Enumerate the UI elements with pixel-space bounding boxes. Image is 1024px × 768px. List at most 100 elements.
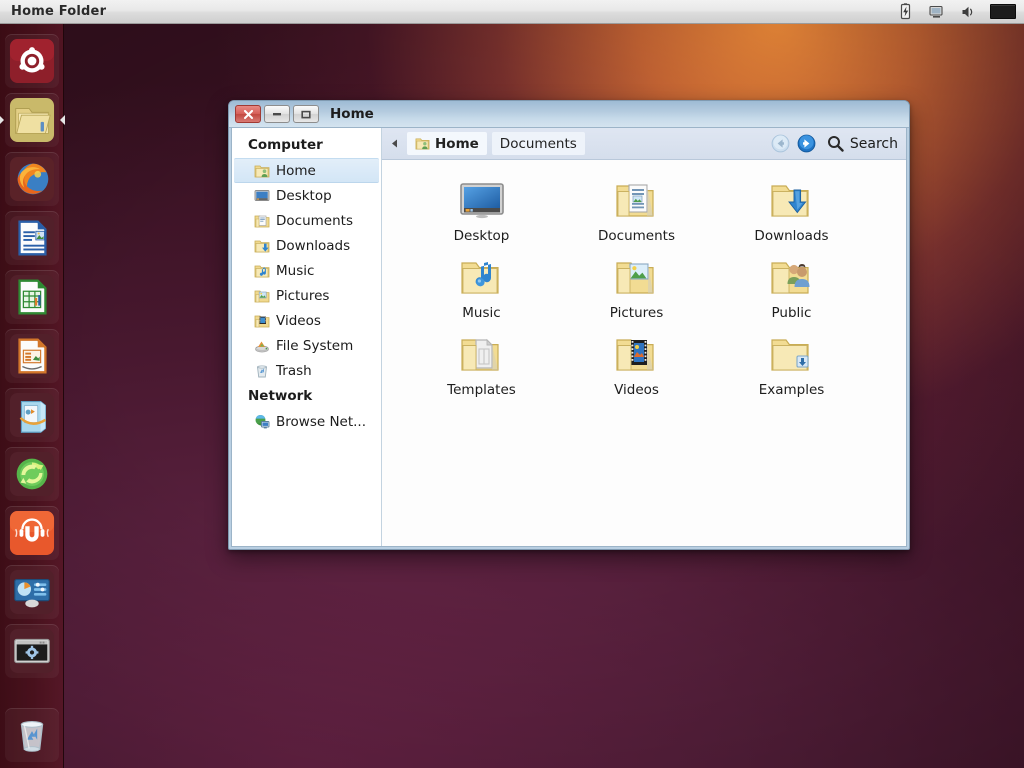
launcher-item-ubuntu-dash[interactable] <box>5 34 59 88</box>
ubuntu-software-center-icon <box>9 392 55 438</box>
public-folder-icon <box>768 253 816 301</box>
terminal-icon <box>9 628 55 674</box>
files-nautilus-icon <box>9 97 55 143</box>
sidebar-item-label: File System <box>276 338 353 354</box>
file-icon-grid: Desktop Do <box>382 160 906 546</box>
breadcrumb-home[interactable]: Home <box>407 132 487 155</box>
top-panel: Home Folder <box>0 0 1024 24</box>
file-item-public[interactable]: Public <box>714 251 869 328</box>
close-icon <box>243 109 254 120</box>
close-button[interactable] <box>235 105 261 123</box>
videos-folder-icon <box>254 313 270 329</box>
search-button[interactable]: Search <box>823 135 898 152</box>
window-titlebar[interactable]: Home <box>229 101 909 128</box>
window-body: Computer Home Desktop <box>231 128 907 547</box>
system-settings-icon <box>9 569 55 615</box>
file-item-documents[interactable]: Documents <box>559 174 714 251</box>
documents-folder-icon <box>254 213 270 229</box>
desktop-monitor-icon <box>458 176 506 224</box>
sidebar-item-label: Music <box>276 263 314 279</box>
file-item-examples[interactable]: Examples <box>714 328 869 405</box>
main-pane: Home Documents <box>382 128 906 546</box>
crumb-scroll-left-icon[interactable] <box>388 135 402 153</box>
search-icon <box>827 135 844 152</box>
minimize-button[interactable] <box>264 105 290 123</box>
launcher-item-libreoffice-impress[interactable] <box>5 329 59 383</box>
browse-network-icon <box>254 414 270 430</box>
maximize-icon <box>300 109 312 120</box>
file-label: Desktop <box>454 228 510 244</box>
network-indicator-icon[interactable] <box>928 3 946 21</box>
file-label: Downloads <box>754 228 828 244</box>
sidebar-item-music[interactable]: Music <box>232 258 381 283</box>
maximize-button[interactable] <box>293 105 319 123</box>
back-arrow-icon <box>771 134 790 153</box>
launcher-item-trash[interactable] <box>5 708 59 762</box>
file-item-downloads[interactable]: Downloads <box>714 174 869 251</box>
sidebar-item-pictures[interactable]: Pictures <box>232 283 381 308</box>
libreoffice-calc-icon <box>9 274 55 320</box>
file-item-videos[interactable]: Videos <box>559 328 714 405</box>
file-label: Documents <box>598 228 675 244</box>
window-title: Home <box>330 106 374 122</box>
music-folder-icon <box>254 263 270 279</box>
unity-launcher <box>0 24 64 768</box>
sidebar-item-label: Home <box>276 163 316 179</box>
launcher-item-libreoffice-calc[interactable] <box>5 270 59 324</box>
file-label: Examples <box>759 382 825 398</box>
launcher-item-terminal[interactable] <box>5 624 59 678</box>
sidebar-section-computer-heading: Computer <box>232 132 381 158</box>
sidebar-item-home[interactable]: Home <box>234 158 379 183</box>
launcher-item-update-manager[interactable] <box>5 447 59 501</box>
sidebar-item-label: Videos <box>276 313 321 329</box>
templates-folder-icon <box>458 330 506 378</box>
launcher-item-files[interactable] <box>5 93 59 147</box>
libreoffice-writer-icon <box>9 215 55 261</box>
file-label: Pictures <box>610 305 663 321</box>
launcher-item-software-center[interactable] <box>5 388 59 442</box>
sidebar-item-label: Desktop <box>276 188 332 204</box>
session-indicator[interactable] <box>990 4 1016 19</box>
file-label: Music <box>462 305 500 321</box>
file-manager-window: Home Computer Home <box>228 100 910 550</box>
sidebar-item-label: Downloads <box>276 238 350 254</box>
home-folder-icon <box>415 136 430 151</box>
sidebar-item-label: Pictures <box>276 288 329 304</box>
minimize-icon <box>271 109 283 119</box>
battery-indicator-icon[interactable] <box>897 3 915 21</box>
panel-indicator-area <box>897 3 1024 21</box>
sidebar-item-videos[interactable]: Videos <box>232 308 381 333</box>
volume-indicator-icon[interactable] <box>959 3 977 21</box>
launcher-item-libreoffice-writer[interactable] <box>5 211 59 265</box>
sidebar-item-trash[interactable]: Trash <box>232 358 381 383</box>
file-item-music[interactable]: Music <box>404 251 559 328</box>
launcher-item-ubuntu-one-music[interactable] <box>5 506 59 560</box>
breadcrumb-documents[interactable]: Documents <box>492 132 585 155</box>
back-button[interactable] <box>771 134 790 153</box>
sidebar-item-downloads[interactable]: Downloads <box>232 233 381 258</box>
file-label: Templates <box>447 382 516 398</box>
sidebar-item-file-system[interactable]: File System <box>232 333 381 358</box>
trash-icon <box>254 363 270 379</box>
file-item-templates[interactable]: Templates <box>404 328 559 405</box>
forward-button[interactable] <box>797 134 816 153</box>
downloads-folder-icon <box>254 238 270 254</box>
videos-folder-icon <box>613 330 661 378</box>
places-sidebar: Computer Home Desktop <box>232 128 382 546</box>
sidebar-item-label: Documents <box>276 213 353 229</box>
toolbar-right-group: Search <box>771 134 898 153</box>
sidebar-item-browse-network[interactable]: Browse Net... <box>232 409 381 434</box>
sidebar-item-label: Trash <box>276 363 312 379</box>
file-item-pictures[interactable]: Pictures <box>559 251 714 328</box>
documents-folder-icon <box>613 176 661 224</box>
launcher-item-firefox[interactable] <box>5 152 59 206</box>
panel-title: Home Folder <box>11 4 106 19</box>
sidebar-item-documents[interactable]: Documents <box>232 208 381 233</box>
file-item-desktop[interactable]: Desktop <box>404 174 559 251</box>
home-folder-icon <box>254 163 270 179</box>
file-label: Videos <box>614 382 659 398</box>
ubuntu-dash-icon <box>9 38 55 84</box>
launcher-item-system-settings[interactable] <box>5 565 59 619</box>
sidebar-item-desktop[interactable]: Desktop <box>232 183 381 208</box>
sidebar-section-network-heading: Network <box>232 383 381 409</box>
